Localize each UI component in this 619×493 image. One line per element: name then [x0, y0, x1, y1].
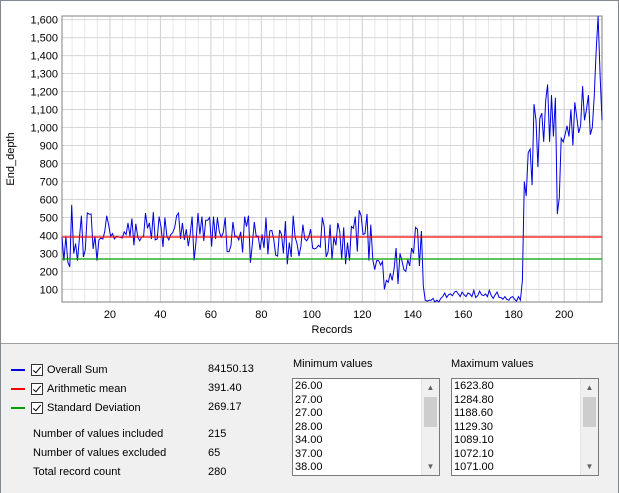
y-tick-label: 1,200	[30, 87, 58, 99]
list-item[interactable]: 1072.10	[453, 448, 579, 462]
list-item[interactable]: 1071.00	[453, 461, 579, 475]
info-label: Total record count	[33, 466, 121, 478]
y-tick-label: 1,300	[30, 69, 58, 81]
legend-checkbox[interactable]	[31, 383, 43, 395]
x-tick-label: 120	[353, 309, 371, 321]
x-tick-label: 200	[555, 309, 573, 321]
scroll-up-icon[interactable]: ▲	[422, 379, 439, 396]
legend-label: Standard Deviation	[47, 402, 141, 414]
info-label: Number of values included	[33, 428, 164, 440]
y-tick-label: 600	[40, 194, 58, 206]
x-axis-label: Records	[312, 324, 353, 336]
info-label: Number of values excluded	[33, 447, 167, 459]
x-tick-label: 160	[454, 309, 472, 321]
maximum-values-scrollbar[interactable]: ▲ ▼	[580, 379, 598, 475]
legend-value: 84150.13	[208, 363, 254, 375]
x-tick-label: 80	[255, 309, 267, 321]
legend-value: 269.17	[208, 401, 242, 413]
scroll-up-icon[interactable]: ▲	[581, 379, 598, 396]
list-item[interactable]: 26.00	[294, 380, 420, 394]
minimum-values-scrollbar[interactable]: ▲ ▼	[421, 379, 439, 475]
list-item[interactable]: 1284.80	[453, 394, 579, 408]
legend-label: Arithmetic mean	[47, 383, 127, 395]
y-tick-label: 1,500	[30, 33, 58, 45]
y-tick-label: 1,400	[30, 51, 58, 63]
y-tick-label: 700	[40, 176, 58, 188]
x-tick-label: 40	[154, 309, 166, 321]
list-item[interactable]: 1129.30	[453, 421, 579, 435]
y-axis-label: End_depth	[5, 132, 17, 185]
legend-label: Overall Sum	[47, 364, 108, 376]
legend-checkbox[interactable]	[31, 402, 43, 414]
info-value: 280	[208, 466, 227, 478]
y-tick-label: 1,100	[30, 105, 58, 117]
list-item[interactable]: 34.00	[294, 434, 420, 448]
end-depth-line-chart: 20 40 60 80 100 120 140 160 180 200 100 200 300 400 50…	[5, 15, 603, 336]
list-item[interactable]: 28.00	[294, 421, 420, 435]
legend-value: 391.40	[208, 382, 242, 394]
list-item[interactable]: 1188.60	[453, 407, 579, 421]
list-item[interactable]: 27.00	[294, 407, 420, 421]
list-item[interactable]: 27.00	[294, 394, 420, 408]
y-tick-label: 1,000	[30, 123, 58, 135]
list-item[interactable]: 1623.80	[453, 380, 579, 394]
legend-checkbox[interactable]	[31, 364, 43, 376]
x-tick-label: 180	[505, 309, 523, 321]
x-tick-label: 20	[104, 309, 116, 321]
x-tick-label: 100	[303, 309, 321, 321]
x-tick-label: 60	[205, 309, 217, 321]
scroll-down-icon[interactable]: ▼	[422, 458, 439, 475]
y-tick-label: 500	[40, 212, 58, 224]
list-item[interactable]: 1089.10	[453, 434, 579, 448]
legend-swatch	[11, 388, 25, 390]
scroll-thumb[interactable]	[583, 397, 596, 427]
legend-row: Overall Sum	[11, 361, 108, 379]
x-tick-label: 140	[404, 309, 422, 321]
scroll-down-icon[interactable]: ▼	[581, 458, 598, 475]
minimum-values-list[interactable]: 26.00 27.00 27.00 28.00 34.00 37.00 38.00 ▲ ▼	[292, 378, 440, 476]
list-item[interactable]: 37.00	[294, 448, 420, 462]
y-tick-label: 300	[40, 248, 58, 260]
info-value: 65	[208, 447, 221, 459]
window-frame: 20 40 60 80 100 120 140 160 180 200 100 200 300 400 50…	[0, 0, 619, 493]
y-tick-label: 200	[40, 266, 58, 278]
info-value: 215	[208, 428, 227, 440]
legend-swatch	[11, 369, 25, 371]
legend-swatch	[11, 407, 25, 409]
legend-row: Arithmetic mean	[11, 380, 126, 398]
chart-area: 20 40 60 80 100 120 140 160 180 200 100 200 300 400 50…	[1, 1, 618, 342]
legend-row: Standard Deviation	[11, 399, 141, 417]
y-tick-label: 1,600	[30, 15, 58, 27]
minimum-values-title: Minimum values	[293, 358, 373, 370]
maximum-values-list[interactable]: 1623.80 1284.80 1188.60 1129.30 1089.10 1072.…	[451, 378, 599, 476]
y-tick-label: 400	[40, 230, 58, 242]
y-tick-label: 900	[40, 141, 58, 153]
scroll-thumb[interactable]	[424, 397, 437, 427]
list-item[interactable]: 38.00	[294, 461, 420, 475]
y-tick-label: 100	[40, 284, 58, 296]
y-tick-label: 800	[40, 158, 58, 170]
maximum-values-title: Maximum values	[451, 358, 534, 370]
statistics-panel: Overall Sum 84150.13 Arithmetic mean 391.40…	[1, 343, 618, 493]
